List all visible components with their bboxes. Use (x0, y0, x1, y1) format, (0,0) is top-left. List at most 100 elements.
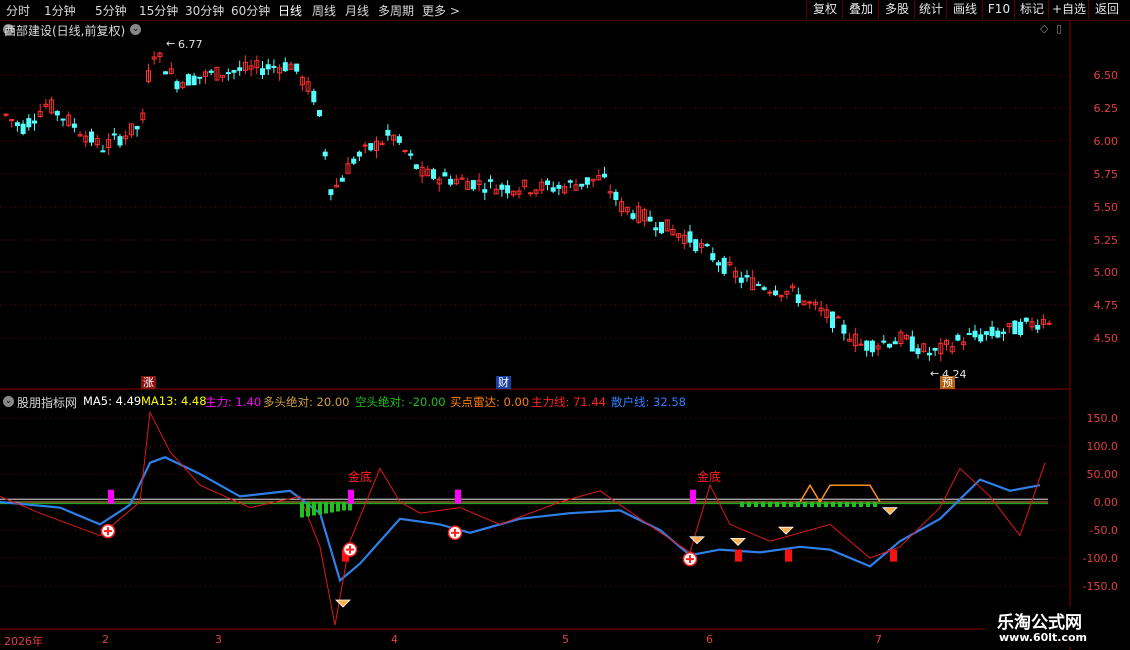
candle-body (442, 172, 448, 177)
candle-body (163, 71, 169, 75)
date-label: 6 (706, 633, 713, 646)
candle-body (311, 90, 317, 103)
indicator-name[interactable]: 股朋指标网 (17, 394, 77, 411)
indicator-settings-icon[interactable]: ⌄ (3, 396, 14, 407)
forecast-marker[interactable]: 预 (940, 376, 955, 389)
candle-body (368, 143, 374, 151)
price-tick-label: 6.00 (1093, 135, 1119, 148)
diamond-signal-icon (730, 538, 746, 546)
candle-body (687, 231, 693, 243)
short-bar (761, 502, 765, 507)
candle-body (761, 287, 767, 290)
low-arrow-icon: ← (930, 367, 940, 380)
candle-body (32, 120, 37, 124)
legend-buy-radar: 买点雷达: 0.00 (450, 395, 530, 409)
candle-body (237, 67, 243, 71)
candle-body (60, 118, 66, 121)
candle-body (26, 118, 32, 128)
candle-body (909, 336, 915, 352)
short-bar (859, 502, 863, 507)
candle-body (584, 177, 590, 185)
candle-body (915, 348, 921, 355)
candle-body (767, 291, 773, 294)
candle-body (693, 239, 699, 252)
candle-body (807, 301, 813, 304)
candle-body (328, 189, 334, 196)
candle-body (185, 74, 191, 86)
golden-bottom-label: 金底 (348, 470, 373, 484)
candle-body (795, 294, 801, 304)
candle-body (1023, 317, 1029, 322)
short-bar (754, 502, 758, 507)
short-bar (336, 502, 340, 512)
candle-body (647, 216, 653, 222)
price-tick-label: 4.75 (1093, 299, 1119, 312)
short-bar (747, 502, 751, 507)
date-label: 7 (875, 633, 882, 646)
short-bar (845, 502, 849, 507)
high-price-annotation: 6.77 (178, 38, 203, 51)
candle-body (704, 244, 710, 247)
short-bar (782, 502, 786, 507)
limit-up-marker[interactable]: 涨 (141, 376, 156, 389)
candle-body (1001, 331, 1006, 334)
candle-body (265, 64, 271, 70)
candle-body (117, 136, 123, 146)
title-dropdown-icon[interactable]: ⌄ (130, 24, 141, 35)
legend-main-force: 主力: 1.40 (205, 395, 262, 409)
candle-body (351, 158, 357, 164)
price-tick-label: 6.50 (1093, 69, 1119, 82)
short-bar (330, 502, 334, 513)
candle-body (721, 257, 727, 274)
panel-icon[interactable]: ▯ (1056, 22, 1062, 35)
diamond-signal-icon (689, 536, 705, 545)
legend-retail-line: 散户线: 32.58 (611, 395, 686, 409)
candle-body (550, 187, 556, 192)
candle-body (966, 332, 972, 335)
high-arrow-icon: ← (166, 37, 176, 50)
candle-body (869, 340, 875, 353)
candle-body (362, 144, 368, 147)
main-force-block (108, 489, 114, 504)
candle-body (396, 136, 402, 143)
price-tick-label: 5.00 (1093, 266, 1119, 279)
candle-body (231, 70, 237, 73)
sell-block (785, 549, 792, 562)
candle-body (54, 110, 60, 116)
short-bar (306, 502, 310, 517)
candle-body (402, 149, 408, 152)
sell-block (735, 549, 742, 562)
chart-canvas[interactable] (0, 0, 1130, 650)
diamond-icon[interactable]: ◇ (1040, 22, 1048, 35)
candle-body (773, 290, 778, 296)
candle-body (841, 324, 847, 334)
short-bar (810, 502, 814, 507)
candle-body (294, 63, 300, 72)
candle-body (89, 131, 94, 143)
diamond-signal-icon (882, 507, 898, 516)
date-label: 4 (391, 633, 398, 646)
candle-body (20, 123, 26, 134)
price-tick-label: 5.50 (1093, 201, 1119, 214)
candle-body (271, 65, 277, 68)
candle-body (408, 153, 414, 156)
indicator-tick-label: 100.0 (1086, 440, 1119, 453)
candle-body (579, 183, 585, 187)
candle-body (556, 184, 562, 189)
short-bar (873, 502, 877, 507)
financial-report-marker[interactable]: 财 (496, 376, 511, 389)
candle-body (431, 169, 436, 179)
candle-body (567, 180, 573, 183)
candle-body (174, 81, 180, 90)
sell-block (890, 549, 897, 562)
indicator-tick-label: -100.0 (1082, 552, 1118, 565)
short-bar (768, 502, 772, 507)
candle-body (499, 184, 505, 190)
candle-body (339, 177, 345, 182)
candle-body (1018, 321, 1024, 335)
indicator-tick-label: 150.0 (1086, 412, 1119, 425)
candle-body (385, 129, 391, 136)
candle-body (653, 227, 659, 231)
candle-body (659, 221, 664, 234)
short-bar (803, 502, 807, 507)
